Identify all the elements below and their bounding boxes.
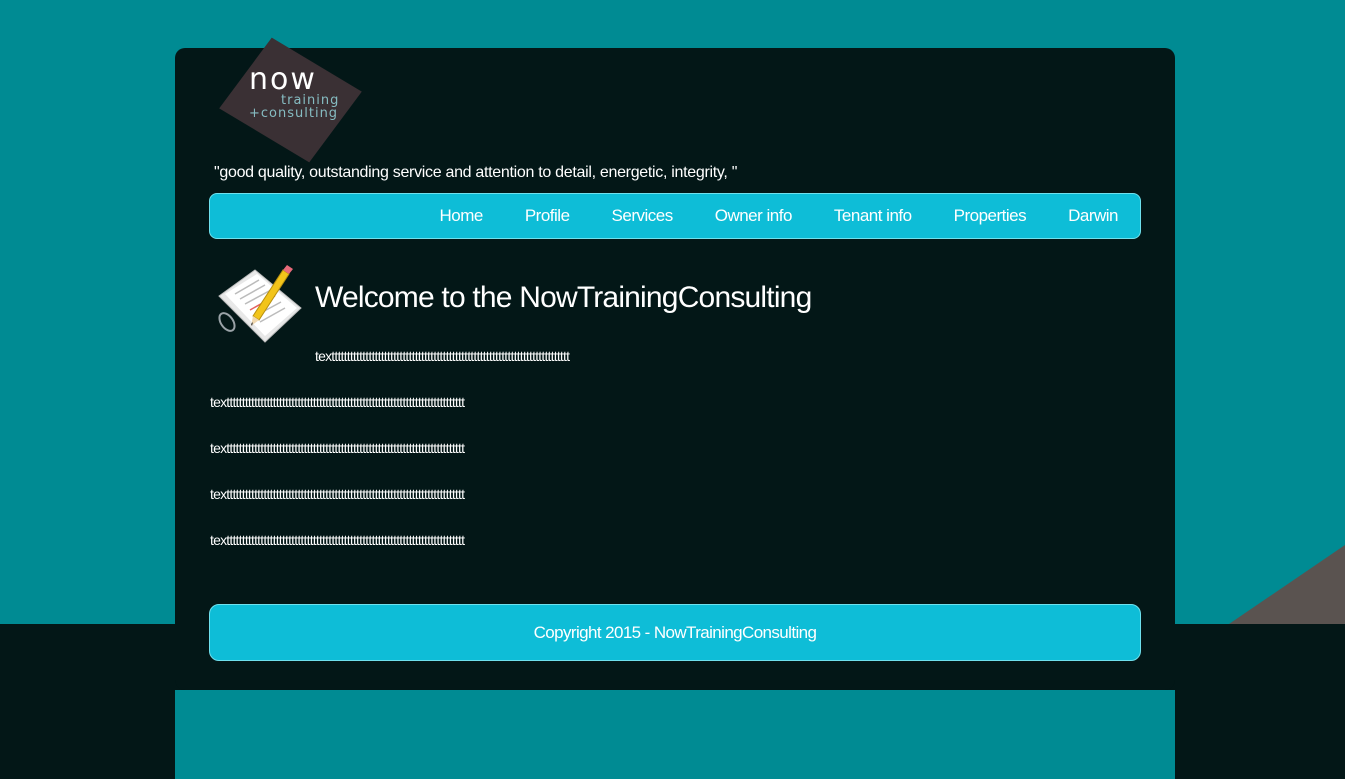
paragraph: texttttttttttttttttttttttttttttttttttttt…	[210, 532, 465, 548]
main-nav: Home Profile Services Owner info Tenant …	[209, 193, 1141, 239]
logo[interactable]: now training +consulting	[215, 37, 370, 163]
paragraph: texttttttttttttttttttttttttttttttttttttt…	[210, 394, 465, 410]
nav-item-services[interactable]: Services	[612, 206, 674, 226]
document-pencil-icon	[213, 264, 305, 348]
nav-item-owner-info[interactable]: Owner info	[715, 206, 793, 226]
nav-item-profile[interactable]: Profile	[525, 206, 570, 226]
paragraph: texttttttttttttttttttttttttttttttttttttt…	[210, 486, 465, 502]
main-panel: now training +consulting "good quality, …	[175, 37, 1175, 690]
nav-item-home[interactable]: Home	[439, 206, 483, 226]
footer: Copyright 2015 - NowTrainingConsulting	[209, 604, 1141, 661]
intro-text: texttttttttttttttttttttttttttttttttttttt…	[315, 348, 570, 364]
nav-item-tenant-info[interactable]: Tenant info	[834, 206, 912, 226]
page-title: Welcome to the NowTrainingConsulting	[315, 281, 812, 314]
nav-item-darwin[interactable]: Darwin	[1068, 206, 1118, 226]
tagline: "good quality, outstanding service and a…	[214, 164, 738, 181]
decorative-corner-shape	[1229, 545, 1345, 624]
below-panel-strip	[175, 690, 1175, 779]
nav-item-properties[interactable]: Properties	[954, 206, 1027, 226]
logo-line-consulting: +consulting	[249, 106, 339, 121]
copyright-text: Copyright 2015 - NowTrainingConsulting	[533, 622, 817, 642]
logo-word: now	[249, 62, 317, 97]
paragraph: texttttttttttttttttttttttttttttttttttttt…	[210, 440, 465, 456]
